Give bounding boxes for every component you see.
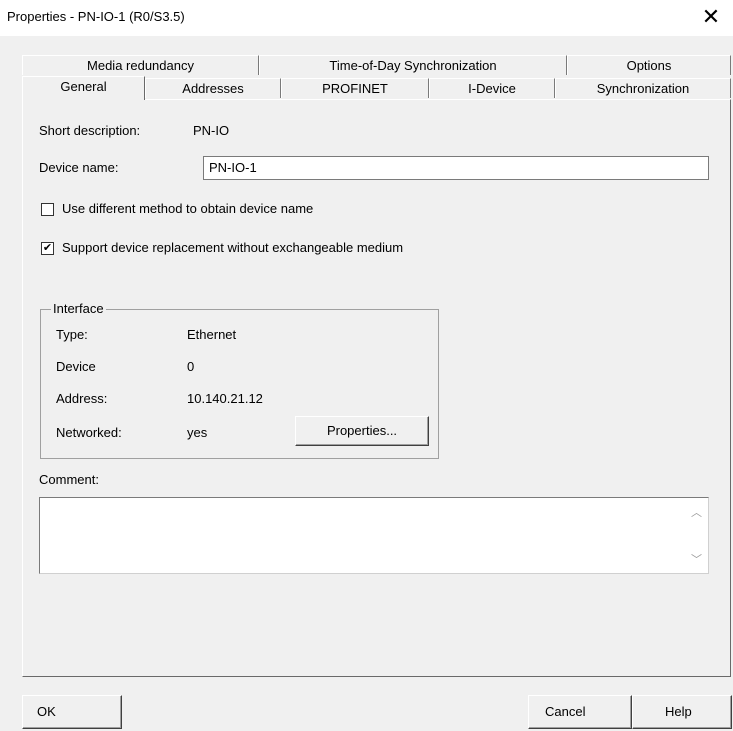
ok-button[interactable]: OK — [22, 695, 122, 729]
interface-address-value: 10.140.21.12 — [187, 391, 263, 406]
help-button[interactable]: Help — [632, 695, 732, 729]
checkmark-icon: ✔ — [42, 242, 53, 254]
device-name-label: Device name: — [39, 160, 119, 175]
interface-networked-label: Networked: — [56, 425, 122, 440]
properties-dialog: Properties - PN-IO-1 (R0/S3.5) ✕ Media r… — [0, 0, 733, 731]
use-different-method-checkbox[interactable] — [41, 203, 54, 216]
use-different-method-label: Use different method to obtain device na… — [62, 201, 314, 216]
interface-type-value: Ethernet — [187, 327, 237, 342]
tab-profinet[interactable]: PROFINET — [281, 78, 429, 98]
title-bar: Properties - PN-IO-1 (R0/S3.5) ✕ — [0, 0, 733, 36]
interface-properties-button[interactable]: Properties... — [295, 416, 429, 446]
support-replacement-label: Support device replacement without excha… — [62, 240, 404, 255]
short-description-label: Short description: — [39, 123, 141, 138]
tab-media-redundancy[interactable]: Media redundancy — [22, 55, 259, 75]
tab-time-of-day-synchronization[interactable]: Time-of-Day Synchronization — [259, 55, 567, 75]
interface-device-value: 0 — [187, 359, 195, 374]
interface-group-title: Interface — [51, 301, 106, 316]
cancel-button[interactable]: Cancel — [528, 695, 632, 729]
scroll-down-icon[interactable]: ﹀ — [691, 551, 702, 567]
short-description-value: PN-IO — [193, 123, 230, 138]
interface-address-label: Address: — [56, 391, 108, 406]
comment-textarea[interactable]: ︿ ﹀ — [39, 497, 709, 574]
interface-device-label: Device — [56, 359, 96, 374]
tab-i-device[interactable]: I-Device — [429, 78, 555, 98]
tab-synchronization[interactable]: Synchronization — [555, 78, 731, 98]
tab-options[interactable]: Options — [567, 55, 731, 75]
window-title: Properties - PN-IO-1 (R0/S3.5) — [7, 9, 185, 24]
interface-networked-value: yes — [187, 425, 208, 440]
close-icon[interactable]: ✕ — [699, 4, 723, 30]
support-replacement-checkbox[interactable]: ✔ — [41, 242, 54, 255]
comment-label: Comment: — [39, 472, 99, 487]
device-name-field[interactable]: PN-IO-1 — [203, 156, 709, 180]
tab-addresses[interactable]: Addresses — [145, 78, 281, 98]
tab-general[interactable]: General — [22, 76, 145, 100]
interface-type-label: Type: — [56, 327, 88, 342]
scroll-up-icon[interactable]: ︿ — [691, 504, 702, 520]
